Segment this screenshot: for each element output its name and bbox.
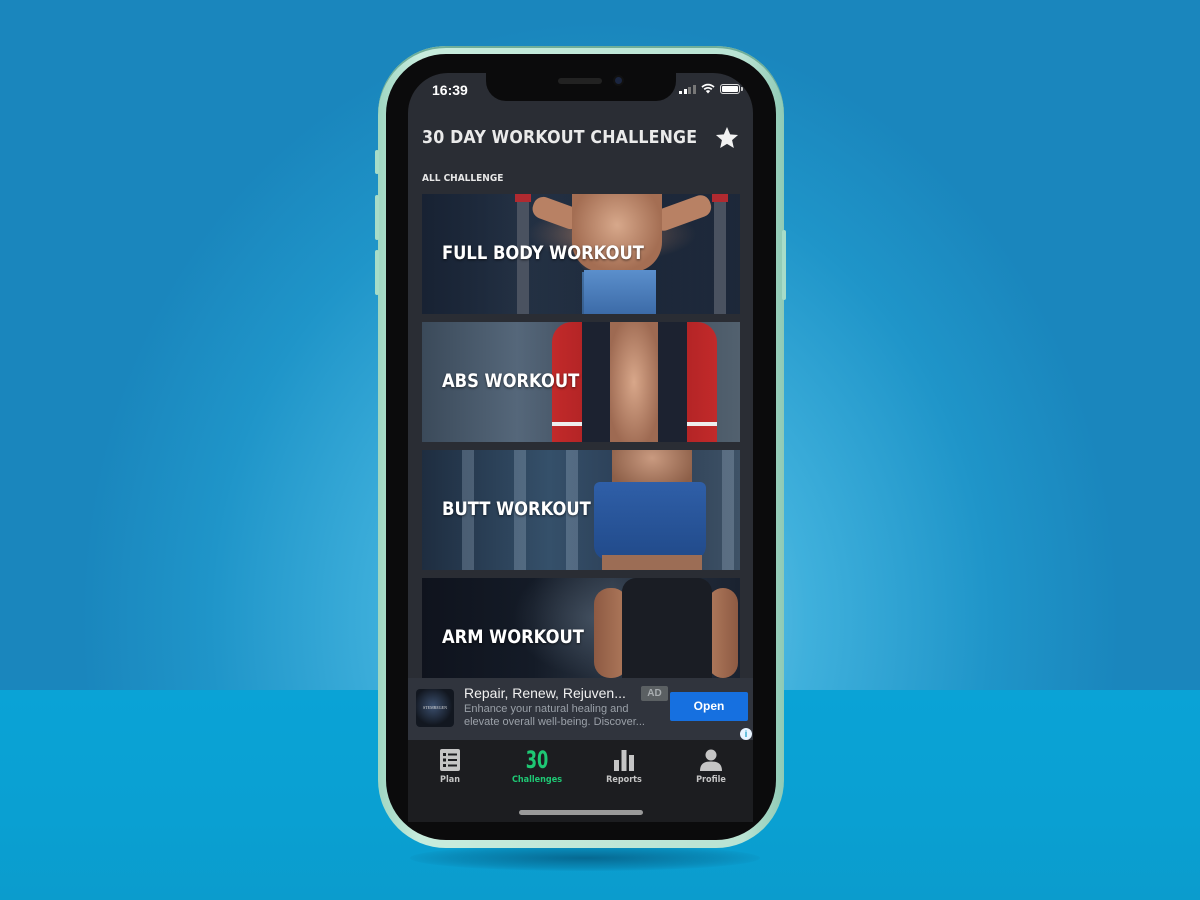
tab-label: Profile: [696, 775, 726, 785]
ad-badge: AD: [641, 686, 668, 701]
tab-label: Challenges: [511, 775, 563, 785]
challenge-label: BUTT WORKOUT: [442, 498, 591, 520]
challenges-30-text: 30: [525, 746, 549, 774]
challenge-label: ABS WORKOUT: [442, 370, 580, 392]
image-figure: [552, 422, 717, 426]
home-indicator[interactable]: [519, 810, 643, 815]
tab-reports[interactable]: Reports: [584, 748, 664, 785]
tab-label: Plan: [440, 775, 460, 785]
rack-post: [714, 194, 726, 314]
ad-title: Repair, Renew, Rejuven...: [464, 685, 626, 701]
challenge-card-abs[interactable]: ABS WORKOUT: [422, 322, 740, 442]
ad-open-button[interactable]: Open: [670, 692, 748, 721]
phone-power-button: [782, 230, 786, 300]
image-figure: [622, 578, 712, 678]
front-camera: [613, 75, 624, 86]
image-figure: [594, 482, 706, 560]
status-time: 16:39: [432, 82, 468, 98]
wifi-icon: [700, 83, 715, 94]
rack-cap: [515, 194, 531, 202]
tab-challenges[interactable]: 30 Challenges: [497, 748, 577, 785]
ad-logo: STEMREGEN: [416, 689, 454, 727]
speaker: [558, 78, 602, 84]
challenge-card-arm[interactable]: ARM WORKOUT: [422, 578, 740, 678]
challenge-card-butt[interactable]: BUTT WORKOUT: [422, 450, 740, 570]
star-icon[interactable]: [714, 125, 740, 151]
challenge-label: ARM WORKOUT: [442, 626, 584, 648]
tab-plan[interactable]: Plan: [410, 748, 490, 785]
challenges-30-icon: 30: [497, 748, 577, 772]
info-icon[interactable]: i: [740, 728, 752, 740]
challenge-card-full-body[interactable]: FULL BODY WORKOUT: [422, 194, 740, 314]
cellular-signal-icon: [679, 84, 696, 94]
phone-volume-up: [375, 195, 379, 240]
bar-chart-icon: [584, 748, 664, 772]
list-icon: [410, 748, 490, 772]
status-icons: [679, 83, 743, 94]
page-title: 30 DAY WORKOUT CHALLENGE: [422, 127, 698, 148]
phone-shadow: [410, 845, 760, 871]
ad-banner[interactable]: STEMREGEN Repair, Renew, Rejuven... AD E…: [408, 678, 753, 740]
rack-cap: [712, 194, 728, 202]
section-title: ALL CHALLENGE: [422, 173, 504, 184]
challenge-label: FULL BODY WORKOUT: [442, 242, 644, 264]
image-figure: [602, 555, 702, 570]
ad-description: Enhance your natural healing and elevate…: [464, 703, 645, 728]
phone-volume-down: [375, 250, 379, 295]
tab-label: Reports: [606, 775, 642, 785]
image-figure: [708, 588, 738, 678]
phone-side-button: [375, 150, 379, 174]
battery-icon: [719, 83, 743, 94]
tab-profile[interactable]: Profile: [671, 748, 751, 785]
image-figure: [584, 270, 656, 314]
person-icon: [671, 748, 751, 772]
ad-logo-text: STEMREGEN: [423, 705, 447, 710]
